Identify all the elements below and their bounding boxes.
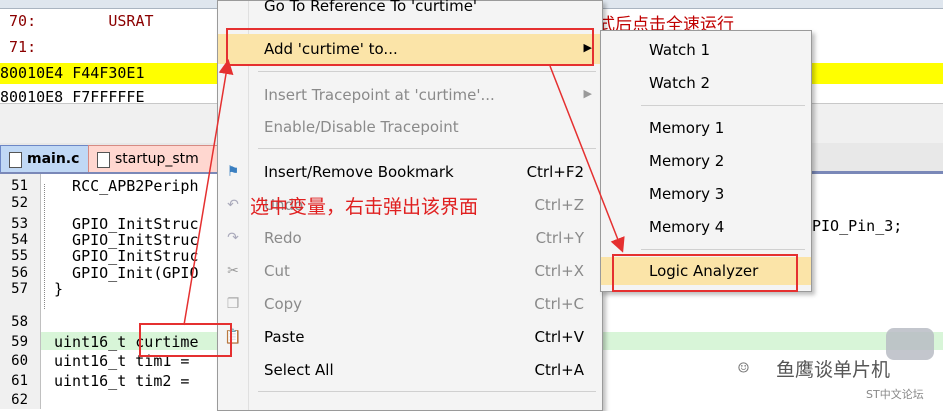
annotation-note: 选中变量，右击弹出该界面 [250, 196, 479, 218]
wechat-bubble-icon [886, 328, 934, 360]
watermark-main: 鱼鹰谈单片机 [776, 359, 891, 381]
watermark-sub: ST中文论坛 [866, 388, 924, 401]
arrow-to-logic-analyzer [549, 65, 625, 253]
arrow-to-add-to [183, 59, 234, 326]
wechat-logo-icon: ☺ [738, 358, 749, 379]
